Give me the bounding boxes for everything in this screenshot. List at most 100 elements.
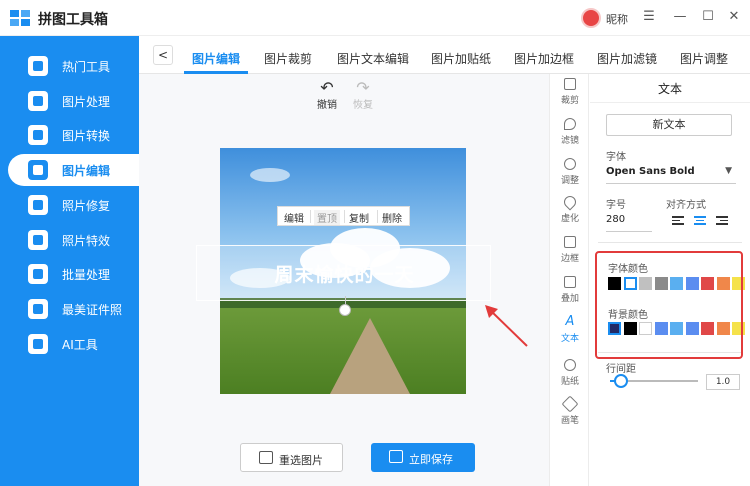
- sidebar-item-hot-tools[interactable]: 热门工具: [8, 50, 139, 82]
- sidebar-item-photo-effects[interactable]: 照片特效: [8, 224, 139, 256]
- tab-bar: < 图片编辑 图片裁剪 图片文本编辑 图片加贴纸 图片加边框 图片加滤镜 图片调…: [139, 36, 750, 74]
- chevron-down-icon: ▼: [725, 166, 732, 176]
- annotation-arrow: [485, 305, 528, 347]
- divider: [590, 102, 750, 103]
- canvas-area: ↶ 撤销 ↷ 恢复 编辑 置顶 复制 删除 周末愉快的一天 重选图片 立即保存: [139, 74, 549, 486]
- sidebar-item-label: 照片特效: [62, 234, 111, 248]
- crop-icon: [564, 78, 576, 90]
- redo-icon: ↷: [356, 78, 370, 97]
- sidebar-item-ai-tools[interactable]: AI工具: [8, 328, 139, 360]
- tool-sticker[interactable]: 贴纸: [550, 359, 590, 387]
- tools-icon: [28, 56, 48, 76]
- ai-icon: [28, 334, 48, 354]
- tool-overlay[interactable]: 叠加: [550, 276, 590, 304]
- context-separator: [344, 210, 345, 223]
- tool-crop[interactable]: 裁剪: [550, 78, 590, 106]
- panel-title: 文本: [657, 82, 682, 96]
- reselect-image-button[interactable]: 重选图片: [240, 443, 343, 472]
- line-spacing-slider-thumb[interactable]: [613, 374, 628, 388]
- size-label: 字号: [606, 200, 626, 211]
- text-icon: A: [565, 314, 575, 329]
- context-copy[interactable]: 复制: [349, 210, 369, 225]
- sidebar-item-label: 批量处理: [62, 268, 111, 282]
- context-edit[interactable]: 编辑: [284, 210, 304, 225]
- tool-label: 虚化: [560, 214, 579, 224]
- save-button[interactable]: 立即保存: [371, 443, 475, 472]
- avatar[interactable]: [581, 8, 601, 28]
- image-edit-icon: [28, 160, 48, 180]
- align-center-icon[interactable]: [694, 216, 706, 226]
- tool-label: 贴纸: [560, 377, 579, 387]
- line-spacing-input[interactable]: 1.0: [706, 374, 740, 390]
- line-spacing-label: 行间距: [606, 364, 636, 375]
- sidebar-item-id-photo[interactable]: 最美证件照: [8, 293, 139, 325]
- align-right-icon[interactable]: [716, 216, 728, 226]
- tab-image-border[interactable]: 图片加边框: [514, 50, 574, 67]
- tool-filter[interactable]: 滤镜: [550, 118, 590, 146]
- sidebar-item-batch[interactable]: 批量处理: [8, 258, 139, 290]
- tool-blur[interactable]: 虚化: [550, 193, 590, 224]
- photo-repair-icon: [28, 195, 48, 215]
- tool-label: 滤镜: [560, 136, 579, 146]
- redo-button[interactable]: ↷ 恢复: [351, 78, 375, 112]
- menu-icon[interactable]: ☰: [641, 9, 657, 25]
- context-separator: [377, 210, 378, 223]
- context-delete[interactable]: 删除: [382, 210, 402, 225]
- tool-label: 边框: [560, 254, 579, 264]
- rotate-handle[interactable]: [339, 304, 351, 316]
- image-icon: [259, 451, 273, 464]
- tool-label: 调整: [560, 176, 579, 186]
- sidebar-item-label: 最美证件照: [62, 303, 123, 317]
- redo-label: 恢复: [353, 100, 373, 111]
- tab-image-adjust[interactable]: 图片调整: [680, 50, 728, 67]
- highlight-box: [595, 251, 743, 359]
- tab-image-sticker[interactable]: 图片加贴纸: [431, 50, 491, 67]
- download-icon: [389, 450, 403, 463]
- minimize-icon[interactable]: —: [672, 9, 688, 25]
- font-select[interactable]: Open Sans Bold ▼: [606, 166, 736, 184]
- tool-label: 裁剪: [560, 96, 579, 106]
- divider: [598, 242, 742, 243]
- brush-icon: [561, 395, 579, 413]
- tool-frame[interactable]: 边框: [550, 236, 590, 264]
- context-separator: [310, 210, 311, 223]
- sidebar-item-label: AI工具: [62, 338, 98, 352]
- sidebar-item-image-process[interactable]: 图片处理: [8, 85, 139, 117]
- context-bring-to-top[interactable]: 置顶: [314, 210, 340, 225]
- font-size-input[interactable]: 280: [606, 214, 652, 232]
- text-overlay-box[interactable]: 周末愉快的一天: [196, 245, 491, 301]
- maximize-icon[interactable]: ☐: [700, 9, 716, 25]
- font-label: 字体: [606, 152, 626, 163]
- nickname-label[interactable]: 昵称: [606, 11, 628, 27]
- sidebar-item-photo-repair[interactable]: 照片修复: [8, 189, 139, 221]
- tab-image-filter[interactable]: 图片加滤镜: [597, 50, 657, 67]
- font-select-value: Open Sans Bold: [606, 166, 695, 177]
- context-menu: 编辑 置顶 复制 删除: [277, 206, 410, 226]
- tab-image-edit[interactable]: 图片编辑: [192, 50, 240, 67]
- tool-brush[interactable]: 画笔: [550, 395, 590, 426]
- adjust-icon: [564, 158, 576, 170]
- app-logo-icon: [10, 10, 30, 26]
- reselect-label: 重选图片: [279, 454, 323, 467]
- sidebar-item-label: 图片处理: [62, 95, 111, 109]
- sidebar-item-image-edit[interactable]: 图片编辑: [8, 154, 139, 186]
- sidebar-item-label: 图片编辑: [62, 164, 111, 178]
- tool-label: 叠加: [560, 294, 579, 304]
- close-icon[interactable]: ✕: [726, 9, 742, 25]
- align-label: 对齐方式: [666, 200, 706, 211]
- app-title: 拼图工具箱: [38, 12, 108, 28]
- undo-icon: ↶: [320, 78, 334, 97]
- filter-icon: [564, 118, 576, 130]
- photo-cloud: [250, 168, 290, 182]
- id-photo-icon: [28, 299, 48, 319]
- undo-button[interactable]: ↶ 撤销: [315, 78, 339, 112]
- new-text-button[interactable]: 新文本: [606, 114, 732, 136]
- sidebar-item-image-convert[interactable]: 图片转换: [8, 119, 139, 151]
- tab-image-crop[interactable]: 图片裁剪: [264, 50, 312, 67]
- tool-label: 画笔: [560, 416, 579, 426]
- tab-image-text-edit[interactable]: 图片文本编辑: [337, 50, 409, 67]
- back-button[interactable]: <: [153, 45, 173, 65]
- align-left-icon[interactable]: [672, 216, 684, 226]
- tool-text[interactable]: A 文本: [550, 314, 590, 344]
- tool-adjust[interactable]: 调整: [550, 158, 590, 186]
